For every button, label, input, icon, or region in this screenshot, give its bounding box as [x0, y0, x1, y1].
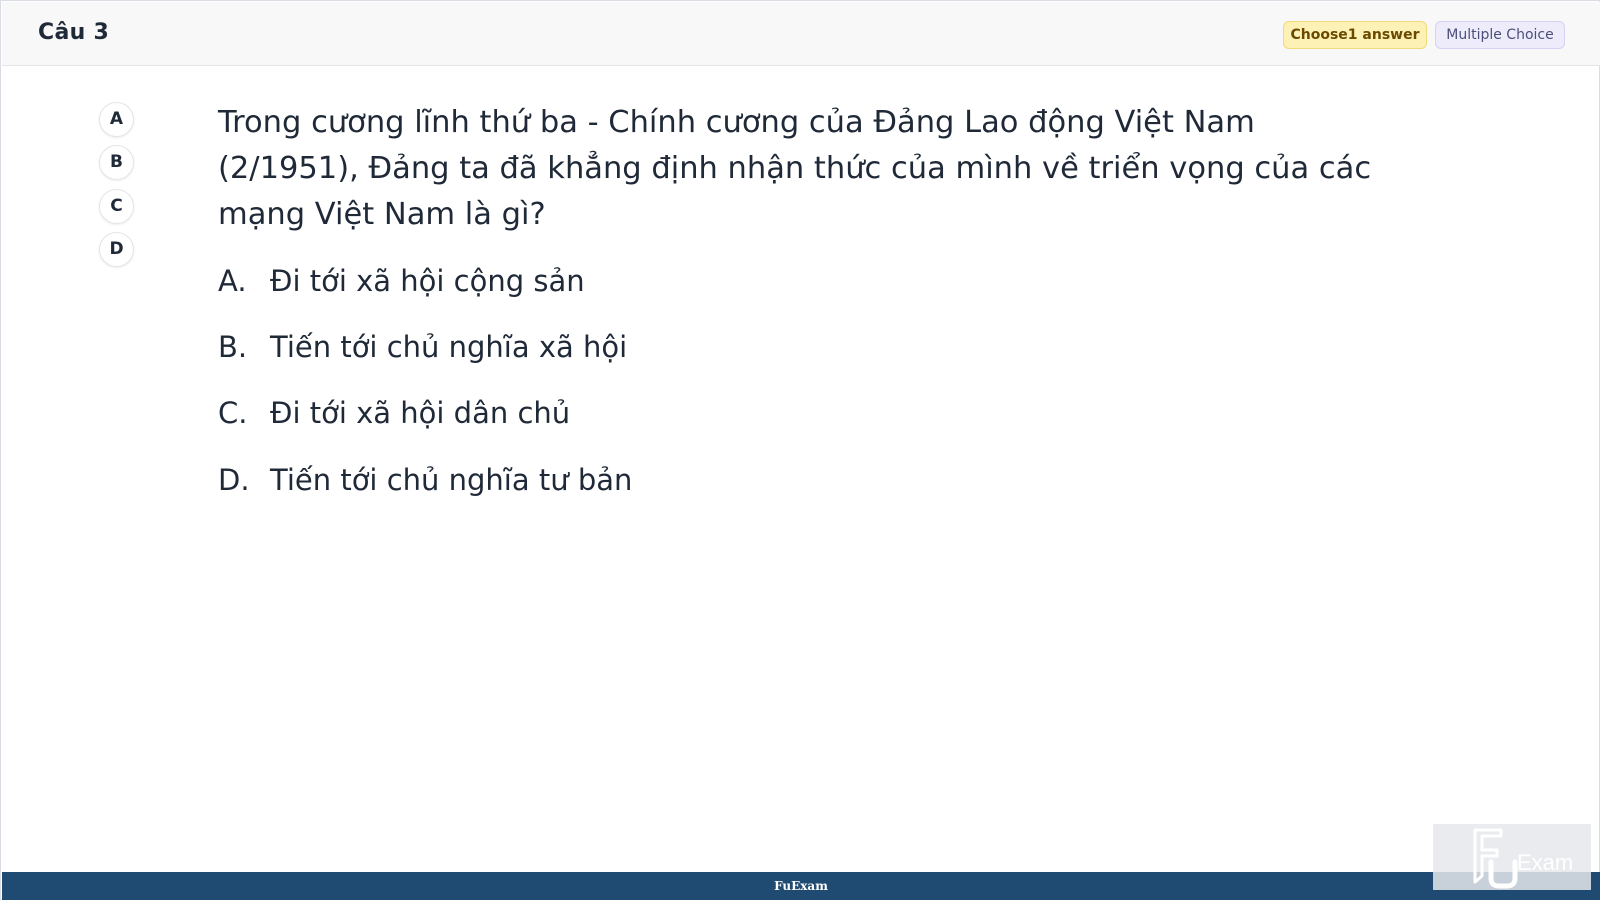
answer-option-b[interactable]: B. Tiến tới chủ nghĩa xã hội [218, 324, 1018, 370]
answer-letter: A. [218, 264, 247, 298]
option-circle-d[interactable]: D [99, 232, 134, 267]
logo-f-shape [1473, 828, 1503, 884]
choose-one-answer-badge: Choose1 answer [1283, 21, 1427, 49]
option-circle-c[interactable]: C [99, 189, 134, 224]
logo-svg: Exam [1473, 828, 1573, 889]
question-type-badge: Multiple Choice [1435, 21, 1565, 49]
answer-text: Tiến tới chủ nghĩa tư bản [270, 463, 633, 497]
answer-letter: B. [218, 330, 248, 364]
question-text: Trong cương lĩnh thứ ba - Chính cương củ… [218, 105, 1372, 232]
exam-frame: Câu 3 Choose1 answer Multiple Choice A B… [0, 0, 1600, 900]
answer-option-c[interactable]: C. Đi tới xã hội dân chủ [218, 390, 1018, 436]
option-circle-b[interactable]: B [99, 145, 134, 180]
footer-bar: FuExam [2, 872, 1600, 900]
fu-exam-logo-icon: Exam [1433, 824, 1591, 890]
question-title: Câu 3 [38, 20, 110, 45]
question-header: Câu 3 Choose1 answer Multiple Choice [2, 2, 1600, 66]
answer-option-d[interactable]: D. Tiến tới chủ nghĩa tư bản [218, 457, 1018, 503]
footer-brand: FuExam [774, 879, 828, 893]
logo-exam-text: Exam [1517, 850, 1573, 875]
answer-text: Tiến tới chủ nghĩa xã hội [270, 330, 628, 364]
answer-letter: D. [218, 463, 250, 497]
answer-option-a[interactable]: A. Đi tới xã hội cộng sản [218, 258, 1018, 304]
logo-u-shape [1488, 859, 1518, 889]
answer-text: Đi tới xã hội cộng sản [270, 264, 585, 298]
answer-text: Đi tới xã hội dân chủ [270, 396, 571, 430]
answer-letter: C. [218, 396, 248, 430]
option-circle-a[interactable]: A [99, 102, 134, 137]
